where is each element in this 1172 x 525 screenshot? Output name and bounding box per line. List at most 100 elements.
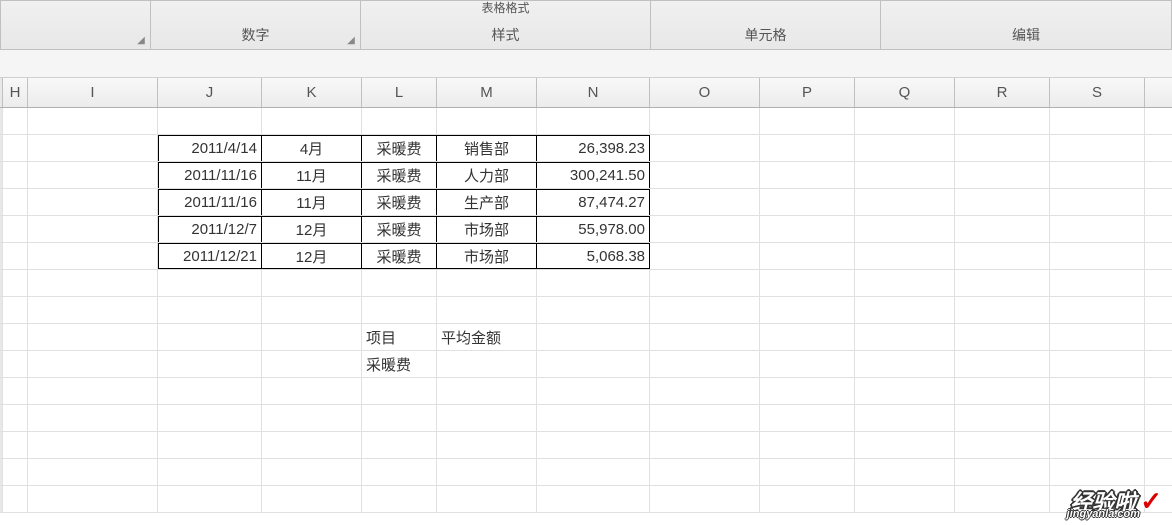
ribbon-group-edit[interactable]: 编辑 [881,1,1171,49]
cell-summary-h2[interactable]: 平均金额 [437,324,537,350]
cell[interactable] [955,108,1050,134]
cell[interactable] [262,351,362,377]
cell[interactable] [537,297,650,323]
cell-date[interactable]: 2011/12/21 [158,243,262,269]
cell-category[interactable]: 采暖费 [362,162,437,188]
cell[interactable] [262,324,362,350]
cell[interactable] [3,108,28,134]
cell[interactable] [855,297,955,323]
cell[interactable] [3,405,28,431]
cell[interactable] [158,270,262,296]
cell[interactable] [955,378,1050,404]
cell[interactable] [650,162,760,188]
cell-category[interactable]: 采暖费 [362,216,437,242]
cell[interactable] [262,459,362,485]
cell[interactable] [437,378,537,404]
cell[interactable] [3,324,28,350]
cell[interactable] [3,486,28,512]
cell[interactable] [650,405,760,431]
cell-amount[interactable]: 26,398.23 [537,135,650,161]
cell[interactable] [955,135,1050,161]
cell-month[interactable]: 11月 [262,189,362,215]
cell[interactable] [650,243,760,269]
cell[interactable] [3,243,28,269]
cell[interactable] [3,378,28,404]
cell[interactable] [158,432,262,458]
cell[interactable] [1050,297,1145,323]
dialog-launcher-icon[interactable]: ◢ [345,34,357,46]
cell[interactable] [650,324,760,350]
cell[interactable] [362,459,437,485]
cell[interactable] [855,405,955,431]
cell-dept[interactable]: 生产部 [437,189,537,215]
cell[interactable] [437,297,537,323]
cell-amount[interactable]: 87,474.27 [537,189,650,215]
cell[interactable] [3,432,28,458]
cell[interactable] [760,459,855,485]
cell[interactable] [760,351,855,377]
cell[interactable] [28,135,158,161]
cell[interactable] [760,189,855,215]
cell[interactable] [855,216,955,242]
cell[interactable] [650,486,760,512]
cell[interactable] [760,324,855,350]
ribbon-group-1[interactable]: ◢ [1,1,151,49]
cell-month[interactable]: 12月 [262,243,362,269]
cell[interactable] [955,216,1050,242]
cell[interactable] [362,297,437,323]
cell[interactable] [3,216,28,242]
cell[interactable] [362,270,437,296]
cell[interactable] [28,108,158,134]
col-header-K[interactable]: K [262,78,362,107]
cell[interactable] [855,162,955,188]
cell[interactable] [537,378,650,404]
cell[interactable] [760,270,855,296]
cell-category[interactable]: 采暖费 [362,135,437,161]
cell[interactable] [262,108,362,134]
cell[interactable] [955,351,1050,377]
cell[interactable] [760,135,855,161]
cell[interactable] [650,135,760,161]
cell-summary-h1[interactable]: 项目 [362,324,437,350]
cell[interactable] [158,351,262,377]
cell[interactable] [760,216,855,242]
cell[interactable] [3,189,28,215]
cell[interactable] [262,432,362,458]
cell[interactable] [955,432,1050,458]
cell[interactable] [855,486,955,512]
col-header-H[interactable]: H [3,78,28,107]
cell[interactable] [650,351,760,377]
cell[interactable] [760,486,855,512]
cell[interactable] [855,324,955,350]
cell[interactable] [1050,405,1145,431]
cell[interactable] [537,108,650,134]
col-header-P[interactable]: P [760,78,855,107]
cell[interactable] [158,486,262,512]
cell[interactable] [362,378,437,404]
cell[interactable] [760,243,855,269]
cell[interactable] [262,270,362,296]
cell[interactable] [855,351,955,377]
col-header-I[interactable]: I [28,78,158,107]
cell[interactable] [650,108,760,134]
cell[interactable] [362,486,437,512]
cell[interactable] [650,189,760,215]
cell[interactable] [3,297,28,323]
cell-dept[interactable]: 销售部 [437,135,537,161]
cell[interactable] [158,297,262,323]
ribbon-group-number[interactable]: 数字 ◢ [151,1,361,49]
cell[interactable] [760,378,855,404]
cell[interactable] [158,378,262,404]
col-header-Q[interactable]: Q [855,78,955,107]
cell[interactable] [650,297,760,323]
cell-date[interactable]: 2011/11/16 [158,162,262,188]
cell[interactable] [3,459,28,485]
cell[interactable] [262,378,362,404]
cell[interactable] [955,162,1050,188]
cell-date[interactable]: 2011/12/7 [158,216,262,242]
cell[interactable] [3,162,28,188]
col-header-L[interactable]: L [362,78,437,107]
cell-dept[interactable]: 市场部 [437,243,537,269]
cell[interactable] [158,405,262,431]
cell[interactable] [650,216,760,242]
